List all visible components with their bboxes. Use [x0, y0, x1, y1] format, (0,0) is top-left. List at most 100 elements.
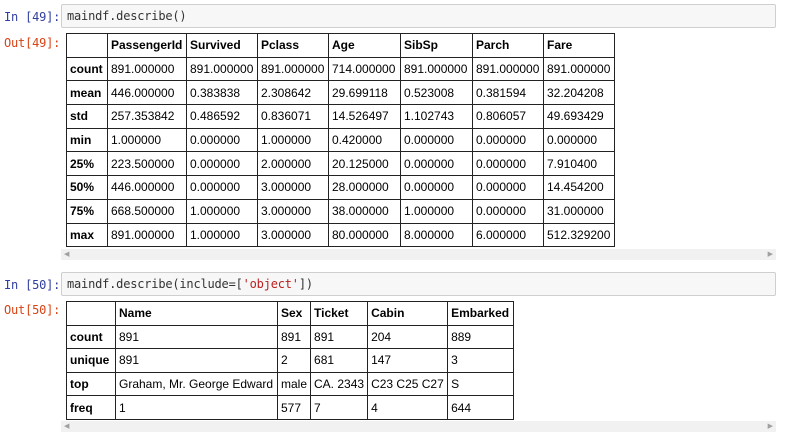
describe-table: PassengerId Survived Pclass Age SibSp Parch Fa… [66, 33, 615, 248]
table-row: max 891.000000 1.000000 3.000000 80.000000 8.… [66, 222, 615, 248]
table-cell: 0.523008 [400, 80, 473, 106]
table-cell: 891.000000 [472, 56, 544, 82]
table-cell: 3.000000 [257, 175, 329, 200]
table-cell: 3.000000 [257, 222, 329, 248]
table-cell: 0.381594 [472, 80, 544, 106]
row-label: 50% [66, 175, 108, 200]
table-cell: 891.000000 [107, 56, 187, 82]
table-cell: 31.000000 [543, 198, 615, 224]
row-label: 25% [66, 151, 108, 177]
table-cell: 0.836071 [257, 104, 329, 129]
table-cell: 644 [447, 395, 515, 420]
scroll-right-icon[interactable]: ▶ [768, 250, 773, 259]
column-header: Name [115, 301, 278, 326]
table-cell: 891.000000 [543, 56, 615, 82]
table-cell: 204 [367, 324, 449, 350]
row-label: max [66, 222, 108, 248]
scroll-left-icon[interactable]: ◀ [64, 422, 69, 431]
table-cell: 446.000000 [107, 175, 187, 200]
table-cell: 681 [310, 348, 369, 373]
table-cell: 3 [447, 348, 515, 373]
table-row: freq 1 577 7 4 644 [66, 395, 515, 420]
table-row: unique 891 2 681 147 3 [66, 348, 515, 373]
table-cell: 891 [115, 348, 278, 373]
table-cell: 32.204208 [543, 80, 615, 106]
table-row: count 891 891 891 204 889 [66, 324, 515, 350]
table-cell: 8.000000 [400, 222, 473, 248]
table-row: 25% 223.500000 0.000000 2.000000 20.125000 0.… [66, 151, 615, 177]
table-cell: CA. 2343 [310, 371, 369, 397]
table-cell: 2 [276, 348, 312, 373]
table-cell: 0.000000 [186, 151, 258, 177]
table-cell: 7.910400 [543, 151, 615, 177]
table-cell: 668.500000 [107, 198, 187, 224]
table-cell: 147 [367, 348, 449, 373]
table-cell: 1.000000 [400, 198, 473, 224]
row-label: std [66, 104, 108, 129]
table-cell: 891.000000 [400, 56, 473, 82]
table-cell: 80.000000 [328, 222, 401, 248]
table-cell: 0.000000 [543, 127, 615, 153]
code-input-50[interactable]: maindf.describe(include=['object']) [61, 272, 776, 296]
table-cell: 1.000000 [186, 222, 258, 248]
table-cell: 28.000000 [328, 175, 401, 200]
table-cell: 0.000000 [186, 175, 258, 200]
table-cell: 14.454200 [543, 175, 615, 200]
table-cell: 1.000000 [257, 127, 329, 153]
describe-object-table: Name Sex Ticket Cabin Embarked count 891 891 891… [66, 301, 515, 420]
table-cell: 714.000000 [328, 56, 401, 82]
row-label: unique [66, 348, 116, 373]
row-label: count [66, 56, 108, 82]
table-cell: 4 [367, 395, 449, 420]
code-text: maindf.describe() [67, 9, 187, 23]
table-cell: 0.000000 [472, 127, 544, 153]
table-cell: 891.000000 [257, 56, 329, 82]
column-header: Cabin [367, 301, 449, 326]
code-string-literal: 'object' [242, 277, 299, 291]
code-text-suffix: ]) [298, 277, 313, 291]
input-prompt-50: In [50]: [4, 278, 61, 292]
table-cell: 14.526497 [328, 104, 401, 129]
row-label: min [66, 127, 108, 153]
table-cell: 38.000000 [328, 198, 401, 224]
table-cell: 0.000000 [472, 198, 544, 224]
table-cell: 0.000000 [400, 175, 473, 200]
table-cell: 0.420000 [328, 127, 401, 153]
column-header: Survived [186, 33, 258, 58]
column-header: Age [328, 33, 401, 58]
table-cell: 0.000000 [400, 127, 473, 153]
table-cell: 257.353842 [107, 104, 187, 129]
horizontal-scrollbar[interactable]: ◀ ▶ [61, 421, 776, 432]
table-cell: 891.000000 [186, 56, 258, 82]
input-prompt-49: In [49]: [4, 10, 61, 24]
table-cell: 891 [310, 324, 369, 350]
table-cell: 512.329200 [543, 222, 615, 248]
table-cell: 1.000000 [186, 198, 258, 224]
table-row: 50% 446.000000 0.000000 3.000000 28.000000 0.… [66, 175, 615, 200]
output-prompt-50: Out[50]: [4, 303, 61, 317]
table-cell: 446.000000 [107, 80, 187, 106]
column-header: PassengerId [107, 33, 187, 58]
horizontal-scrollbar[interactable]: ◀ ▶ [61, 249, 776, 260]
table-row: std 257.353842 0.486592 0.836071 14.526497 1.… [66, 104, 615, 129]
code-input-49[interactable]: maindf.describe() [61, 4, 776, 28]
table-cell: 7 [310, 395, 369, 420]
table-cell: 3.000000 [257, 198, 329, 224]
column-header: Parch [472, 33, 544, 58]
scroll-right-icon[interactable]: ▶ [768, 422, 773, 431]
index-header [66, 33, 108, 58]
table-cell: Graham, Mr. George Edward [115, 371, 278, 397]
scroll-left-icon[interactable]: ◀ [64, 250, 69, 259]
table-cell: 223.500000 [107, 151, 187, 177]
column-header: Fare [543, 33, 615, 58]
table-cell: 1 [115, 395, 278, 420]
table-cell: 1.000000 [107, 127, 187, 153]
table-cell: S [447, 371, 515, 397]
column-header: SibSp [400, 33, 473, 58]
output-prompt-49: Out[49]: [4, 36, 61, 50]
table-cell: 891 [115, 324, 278, 350]
table-cell: C23 C25 C27 [367, 371, 449, 397]
table-cell: male [276, 371, 312, 397]
row-label: top [66, 371, 116, 397]
table-cell: 0.000000 [400, 151, 473, 177]
